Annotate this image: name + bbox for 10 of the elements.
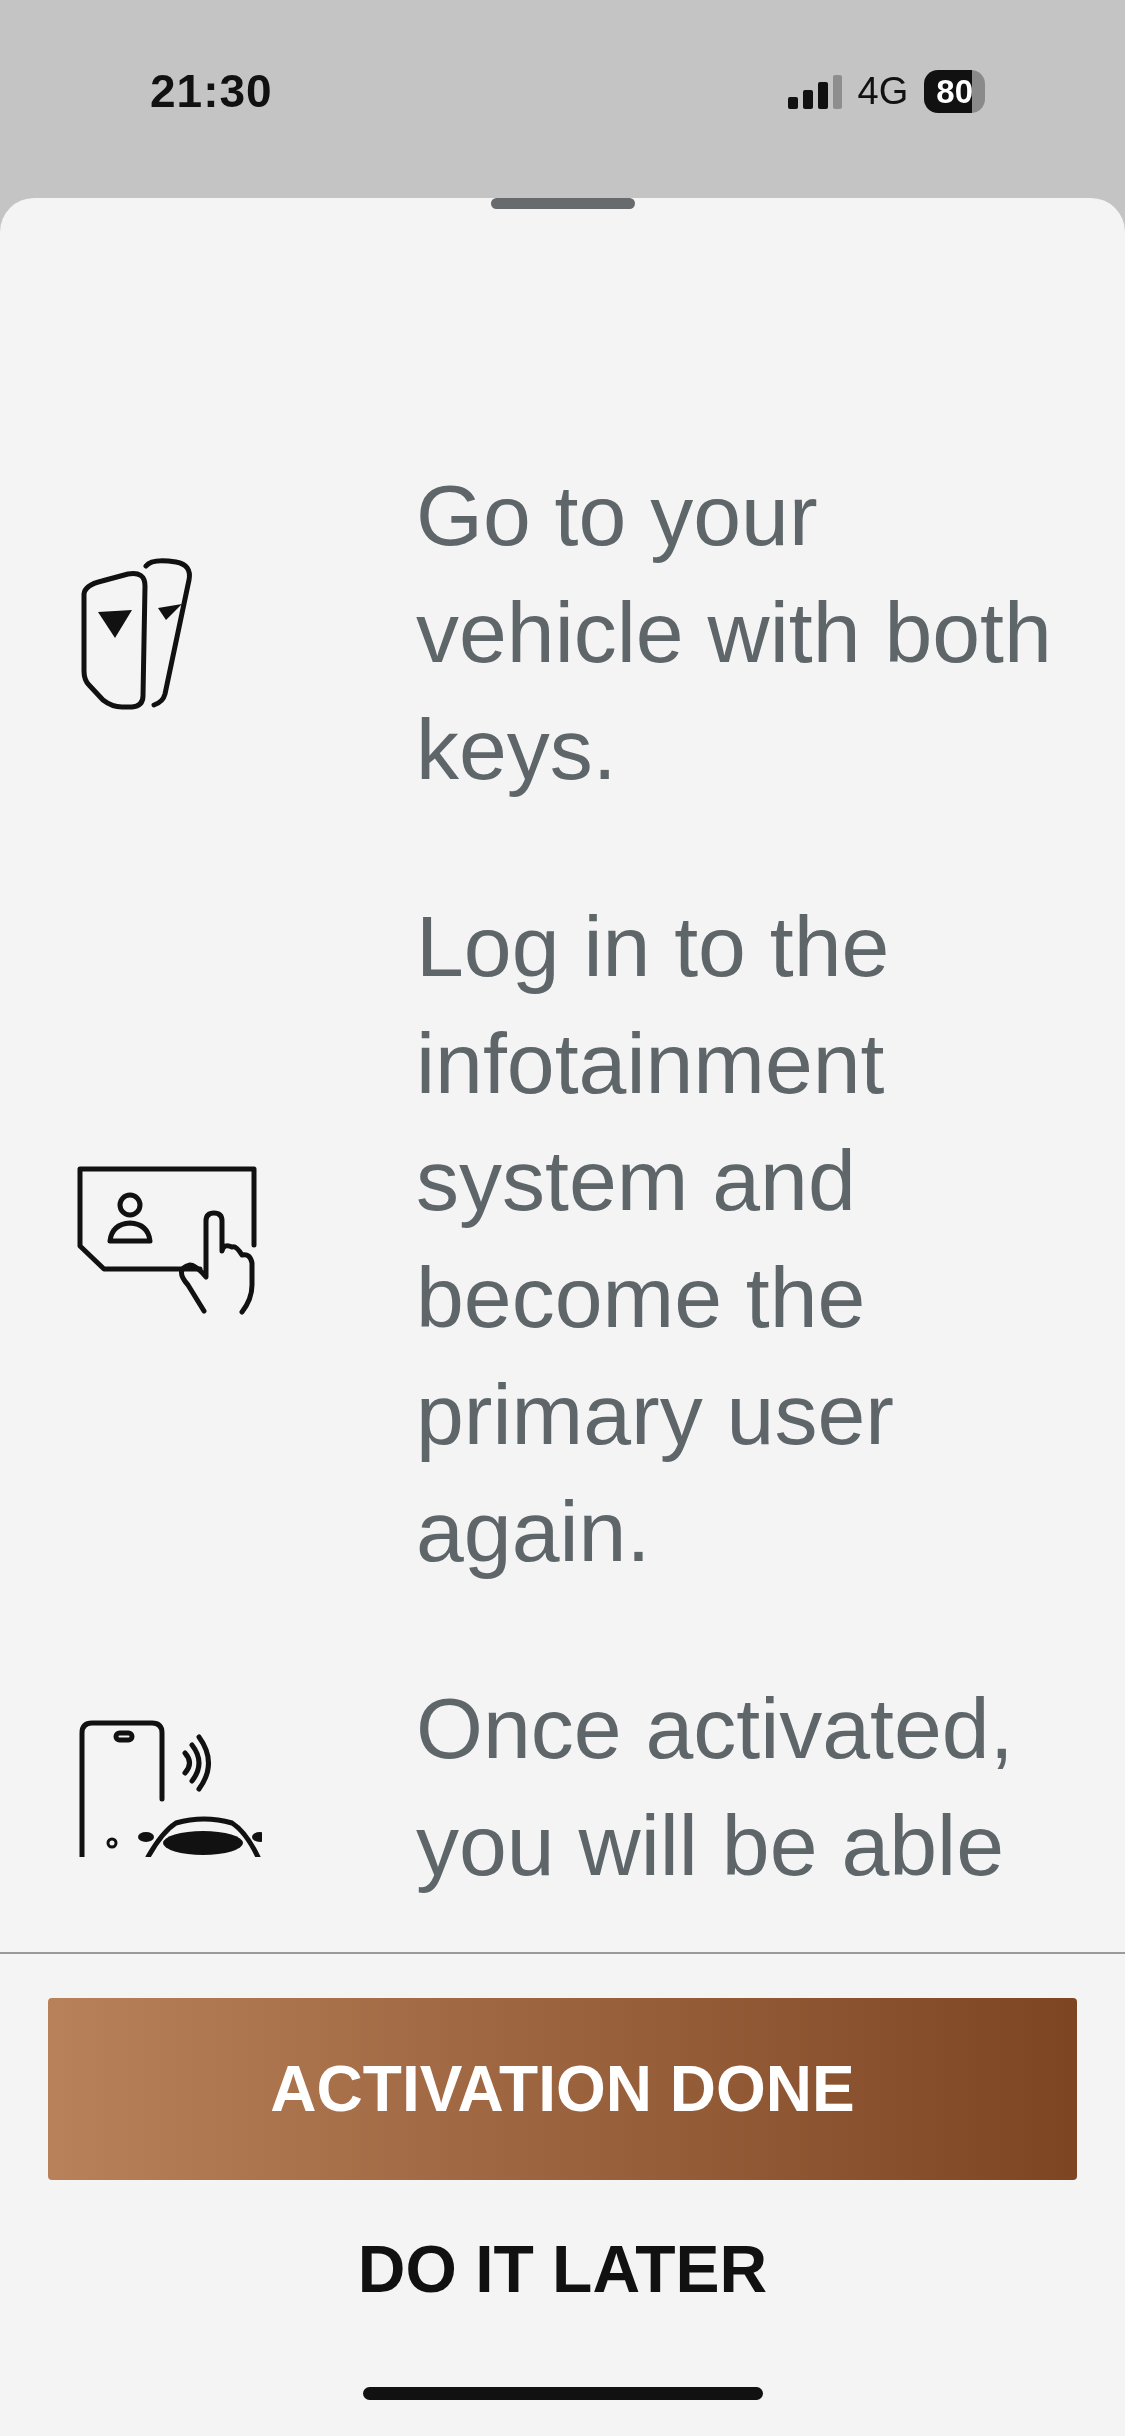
- step-text: Once activated, you will be able: [416, 1679, 1015, 1895]
- status-time: 21:30: [150, 64, 273, 119]
- step-text: Log in to the infotainment system and become the primary user again.: [416, 897, 895, 1581]
- activation-done-button[interactable]: ACTIVATION DONE: [48, 1998, 1077, 2180]
- drag-handle[interactable]: [490, 198, 635, 209]
- step-text: Go to your vehicle with both keys.: [416, 466, 1053, 799]
- do-it-later-button[interactable]: DO IT LATER: [347, 2220, 778, 2319]
- network-label: 4G: [857, 69, 909, 114]
- signal-icon: [787, 74, 842, 109]
- battery-icon: 80: [924, 69, 985, 114]
